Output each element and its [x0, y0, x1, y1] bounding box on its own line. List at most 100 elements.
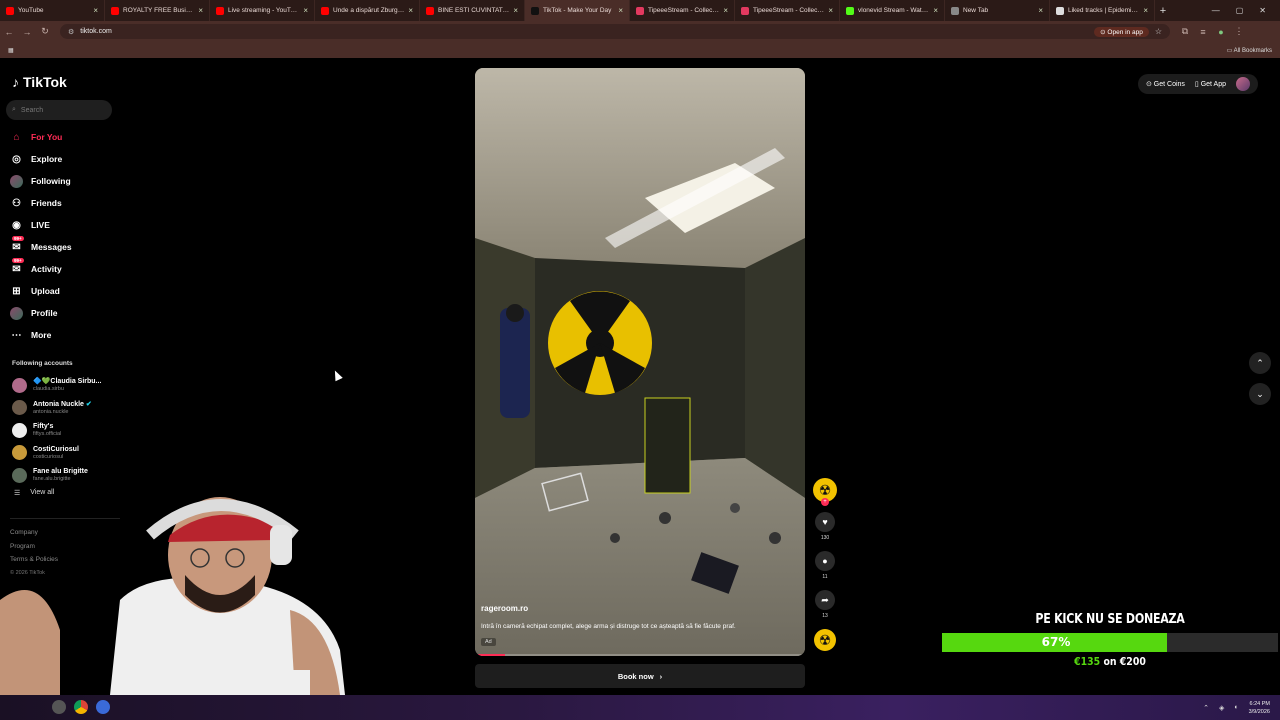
account-avatar	[12, 422, 27, 438]
browser-tab[interactable]: TipeeeStream - Collect Tip...×	[630, 0, 735, 21]
minimize-icon[interactable]: —	[1212, 6, 1220, 15]
donation-title: PE KICK NU SE DONEAZA	[1035, 612, 1185, 627]
tray-arrow-icon[interactable]: ⌃	[1203, 704, 1209, 712]
video-username[interactable]: rageroom.ro	[481, 604, 528, 613]
share-button[interactable]: ➦	[815, 590, 835, 610]
app-icon[interactable]	[96, 700, 110, 714]
upload-icon: ⊞	[12, 285, 21, 297]
account-avatar	[12, 377, 27, 393]
new-tab-button[interactable]: +	[1155, 5, 1171, 17]
tab-favicon-icon	[321, 6, 329, 15]
browser-tab[interactable]: New Tab ×	[945, 0, 1050, 21]
following-account[interactable]: Fifty's fiftys.official	[12, 419, 101, 442]
sidebar-item-label: Profile	[31, 308, 58, 318]
music-disc[interactable]: ☢	[814, 629, 836, 651]
friends-icon: ⚇	[12, 197, 21, 209]
creator-avatar[interactable]: ☢ +	[813, 478, 837, 506]
following-account[interactable]: 🔷💚Claudia Sirbu... claudia.sirbu	[12, 374, 101, 397]
open-in-app-button[interactable]: ⊙ Open in app	[1094, 26, 1149, 37]
video-progress-bar[interactable]	[475, 654, 805, 656]
volume-icon[interactable]: ◐	[1234, 704, 1238, 711]
maximize-icon[interactable]: ▢	[1236, 6, 1244, 15]
account-text: 🔷💚Claudia Sirbu... claudia.sirbu	[33, 378, 101, 392]
close-tab-icon[interactable]: ×	[723, 6, 728, 15]
close-tab-icon[interactable]: ×	[303, 6, 308, 15]
extensions-icon[interactable]: ⧉	[1176, 26, 1194, 37]
system-clock[interactable]: 6:24 PM 3/9/2026	[1249, 700, 1270, 716]
close-tab-icon[interactable]: ×	[1143, 6, 1148, 15]
network-icon[interactable]: ◈	[1219, 704, 1224, 712]
sidebar-item-profile[interactable]: Profile	[10, 302, 72, 324]
close-tab-icon[interactable]: ×	[198, 6, 203, 15]
close-tab-icon[interactable]: ×	[933, 6, 938, 15]
following-account[interactable]: Antonia Nuckle ✔ antonia.nuckle	[12, 397, 101, 420]
browser-tab[interactable]: vlonevid Stream - Watch... ×	[840, 0, 945, 21]
donation-goal-overlay: PE KICK NU SE DONEAZA 67% €135 on €200	[942, 612, 1278, 668]
sidebar-item-upload[interactable]: ⊞ Upload	[10, 280, 72, 302]
sidebar-item-live[interactable]: ◉ LIVE	[10, 214, 72, 236]
browser-tab[interactable]: Live streaming - YouTube... ×	[210, 0, 315, 21]
browser-tab[interactable]: TipeeeStream - Collect Tip...×	[735, 0, 840, 21]
sidebar-item-following[interactable]: Following	[10, 170, 72, 192]
profile-icon[interactable]: ●	[1212, 27, 1230, 37]
close-window-icon[interactable]: ✕	[1259, 6, 1266, 15]
close-tab-icon[interactable]: ×	[93, 6, 98, 15]
close-tab-icon[interactable]: ×	[828, 6, 833, 15]
book-now-button[interactable]: Book now ›	[475, 664, 805, 688]
taskbar-apps	[52, 700, 110, 714]
os-taskbar: ⌃ ◈ ◐ 6:24 PM 3/9/2026	[0, 695, 1280, 720]
user-avatar[interactable]	[1236, 77, 1250, 91]
downloads-icon[interactable]: ≡	[1194, 27, 1212, 37]
following-account[interactable]: CostiCuriosul costicuriosul	[12, 442, 101, 465]
all-bookmarks[interactable]: ▭ All Bookmarks	[1227, 47, 1272, 54]
close-tab-icon[interactable]: ×	[618, 6, 623, 15]
sidebar-item-explore[interactable]: ◎ Explore	[10, 148, 72, 170]
previous-video-button[interactable]: ⌃	[1249, 352, 1271, 374]
browser-tab[interactable]: YouTube ×	[0, 0, 105, 21]
browser-tab[interactable]: TikTok - Make Your Day ×	[525, 0, 630, 21]
close-tab-icon[interactable]: ×	[513, 6, 518, 15]
video-player[interactable]: rageroom.ro Intră în cameră echipat comp…	[475, 68, 805, 656]
browser-tab[interactable]: ROYALTY FREE Business M... ×	[105, 0, 210, 21]
sidebar-item-messages[interactable]: ✉ 99+ Messages	[10, 235, 72, 258]
bookmark-star-icon[interactable]: ☆	[1155, 27, 1162, 36]
apps-icon[interactable]: ▦	[8, 47, 14, 54]
sidebar-item-friends[interactable]: ⚇ Friends	[10, 192, 72, 214]
browser-tab[interactable]: Unde a dispărut Zburgeri... ×	[315, 0, 420, 21]
share-icon: ➦	[821, 594, 829, 605]
settings-app-icon[interactable]	[52, 700, 66, 714]
tiktok-logo[interactable]: ♪ TikTok	[12, 74, 67, 90]
browser-tab[interactable]: Liked tracks | Epidemic Sou... ×	[1050, 0, 1155, 21]
sidebar-item-activity[interactable]: ✉ 99+ Activity	[10, 257, 72, 280]
search-input[interactable]: ⌕ Search	[6, 100, 112, 120]
get-coins-button[interactable]: ⊙ Get Coins	[1146, 80, 1185, 88]
follow-plus-icon[interactable]: +	[821, 498, 829, 506]
url-field[interactable]: ⚙ tiktok.com ⊙ Open in app ☆	[60, 24, 1170, 39]
get-app-button[interactable]: ▯ Get App	[1195, 80, 1226, 88]
sidebar-item-for-you[interactable]: ⌂ For You	[10, 126, 72, 148]
site-info-icon[interactable]: ⚙	[68, 28, 74, 36]
close-tab-icon[interactable]: ×	[408, 6, 413, 15]
like-button[interactable]: ♥	[815, 512, 835, 532]
chrome-app-icon[interactable]	[74, 700, 88, 714]
account-name: CostiCuriosul	[33, 446, 79, 454]
tab-title: ROYALTY FREE Business M...	[123, 7, 194, 14]
browser-menu-icon[interactable]: ⋮	[1230, 26, 1248, 37]
chevron-right-icon: ›	[659, 671, 663, 681]
share-count: 13	[822, 613, 828, 619]
account-handle: antonia.nuckle	[33, 408, 69, 415]
forward-icon[interactable]: →	[18, 27, 36, 37]
browser-tab[interactable]: BINE ESTI CUVINTAT DO...×	[420, 0, 525, 21]
account-name: Fifty's	[33, 423, 61, 431]
profile-avatar	[10, 306, 23, 320]
tab-favicon-icon	[846, 6, 854, 15]
account-text: CostiCuriosul costicuriosul	[33, 446, 79, 460]
reload-icon[interactable]: ↻	[36, 26, 54, 37]
next-video-button[interactable]: ⌄	[1249, 383, 1271, 405]
close-tab-icon[interactable]: ×	[1038, 6, 1043, 15]
sidebar-item-more[interactable]: ⋯ More	[10, 324, 72, 346]
back-icon[interactable]: ←	[0, 27, 18, 37]
tiktok-logo-text: TikTok	[23, 74, 67, 90]
sidebar-item-label: More	[31, 330, 52, 340]
comment-button[interactable]: ●	[815, 551, 835, 571]
